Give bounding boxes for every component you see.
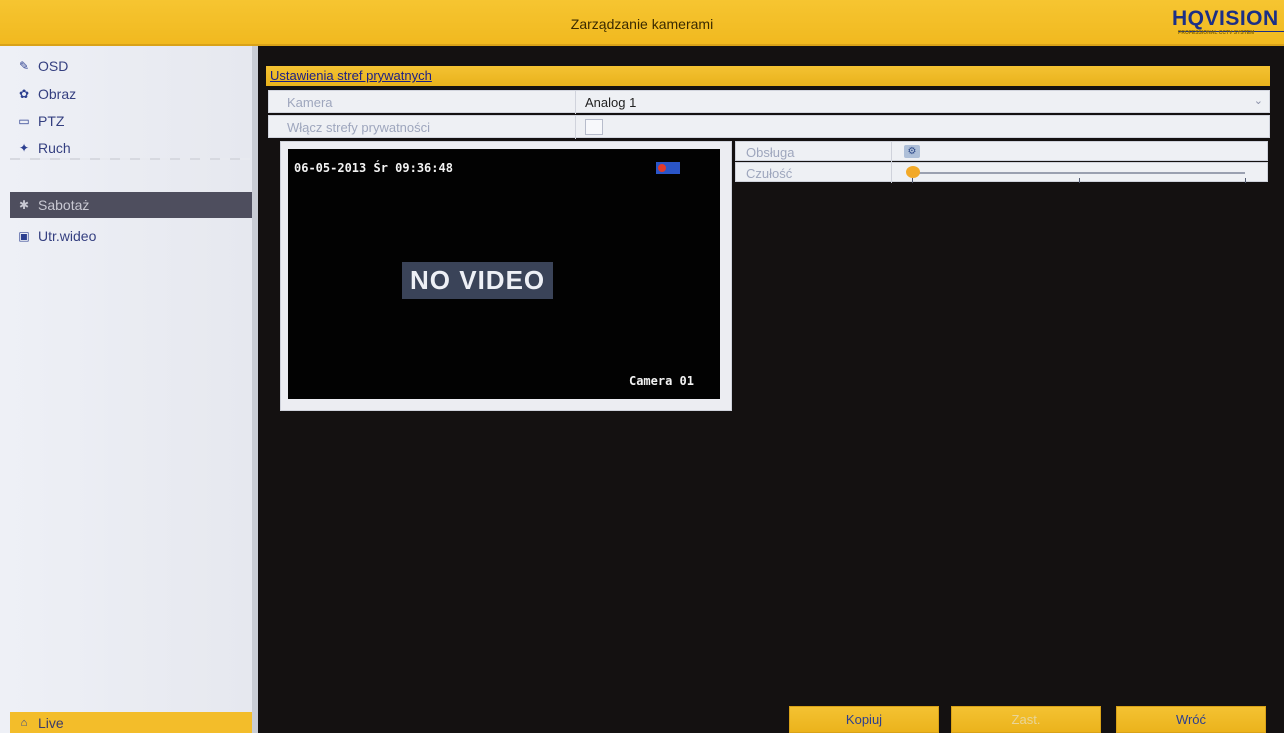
- row-divider: [575, 116, 576, 139]
- slider-tick: [1079, 178, 1080, 183]
- chevron-down-icon[interactable]: ⌄: [1254, 94, 1263, 107]
- brand-tagline: PROFESSIONAL CCTV SYSTEM: [1178, 30, 1255, 36]
- apply-button[interactable]: Zast.: [951, 706, 1101, 733]
- sensitivity-slider-track[interactable]: [912, 172, 1245, 174]
- video-loss-icon: ▣: [18, 229, 30, 243]
- handling-label: Obsługa: [746, 145, 795, 160]
- sidebar-item-label: Utr.wideo: [38, 228, 97, 244]
- ptz-icon: ▭: [18, 114, 30, 128]
- row-divider: [575, 91, 576, 114]
- motion-icon: ✦: [18, 141, 30, 155]
- sidebar-separator: [10, 158, 250, 160]
- enable-privacy-row: Włącz strefy prywatności: [268, 115, 1270, 139]
- sidebar-item-osd[interactable]: ✎ OSD: [10, 53, 252, 79]
- osd-timestamp: 06-05-2013 Śr 09:36:48: [294, 161, 453, 175]
- section-title: Ustawienia stref prywatnych: [266, 66, 1270, 86]
- slider-tick: [1245, 178, 1246, 183]
- live-button[interactable]: ⌂ Live: [10, 712, 252, 733]
- image-icon: ✿: [18, 87, 30, 101]
- copy-button[interactable]: Kopiuj: [789, 706, 939, 733]
- sidebar-item-label: Ruch: [38, 140, 71, 156]
- brand-name: HQVISION: [1172, 7, 1279, 30]
- back-button[interactable]: Wróć: [1116, 706, 1266, 733]
- window-title: Zarządzanie kamerami: [570, 16, 714, 32]
- handling-row: Obsługa ⚙: [735, 141, 1268, 162]
- camera-select[interactable]: Analog 1: [585, 95, 636, 110]
- camera-label: Kamera: [287, 95, 333, 110]
- record-icon: [656, 162, 680, 174]
- osd-icon: ✎: [18, 59, 30, 73]
- brand-logo: HQVISION PROFESSIONAL CCTV SYSTEM: [1172, 7, 1284, 37]
- sidebar-item-label: Obraz: [38, 86, 77, 102]
- sidebar-item-label: Sabotaż: [38, 197, 90, 213]
- sidebar-item-image[interactable]: ✿ Obraz: [10, 81, 252, 107]
- no-video-label: NO VIDEO: [402, 262, 554, 299]
- video-preview[interactable]: 06-05-2013 Śr 09:36:48 NO VIDEO Camera 0…: [288, 149, 720, 399]
- sidebar-item-tamper[interactable]: ✱ Sabotaż: [10, 192, 252, 218]
- sensitivity-row: Czułość: [735, 162, 1268, 183]
- sensitivity-label: Czułość: [746, 166, 793, 181]
- sidebar-item-label: PTZ: [38, 113, 65, 129]
- live-label: Live: [38, 714, 64, 731]
- sidebar-item-video-loss[interactable]: ▣ Utr.wideo: [10, 223, 252, 249]
- title-bar: Zarządzanie kamerami HQVISION PROFESSION…: [0, 0, 1284, 46]
- enable-privacy-label: Włącz strefy prywatności: [287, 120, 431, 135]
- sensitivity-slider-handle[interactable]: [906, 166, 920, 178]
- row-divider: [891, 142, 892, 162]
- enable-privacy-checkbox[interactable]: [585, 119, 603, 135]
- slider-tick: [912, 178, 913, 183]
- gear-icon[interactable]: ⚙: [904, 145, 920, 158]
- sidebar-item-ptz[interactable]: ▭ PTZ: [10, 108, 252, 134]
- row-divider: [891, 163, 892, 183]
- osd-camera-name: Camera 01: [628, 374, 694, 388]
- home-icon: ⌂: [20, 716, 28, 729]
- camera-row: Kamera Analog 1 ⌄: [268, 90, 1270, 114]
- section-title-text: Ustawienia stref prywatnych: [270, 68, 432, 83]
- sidebar-item-label: OSD: [38, 58, 69, 74]
- video-preview-frame: 06-05-2013 Śr 09:36:48 NO VIDEO Camera 0…: [280, 141, 732, 411]
- tamper-icon: ✱: [18, 198, 30, 212]
